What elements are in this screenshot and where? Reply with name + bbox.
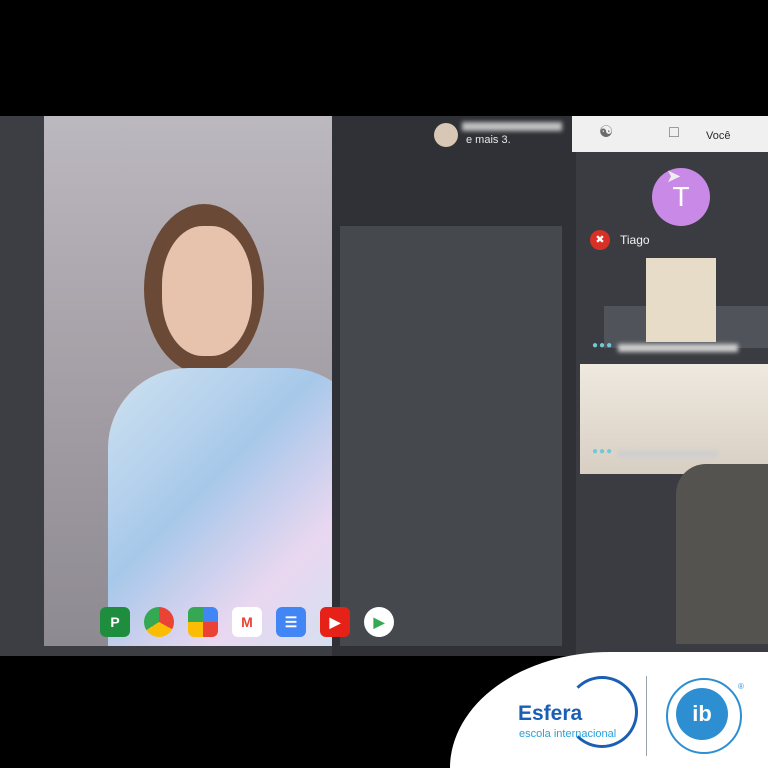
people-icon[interactable]: ☯ <box>596 124 616 142</box>
participant-name-blurred <box>618 450 718 458</box>
esfera-tagline: escola internacional <box>519 728 617 740</box>
presenter-name-blurred <box>462 122 562 131</box>
participant-face <box>162 226 252 356</box>
chat-icon[interactable]: □ <box>664 124 684 142</box>
youtube-icon[interactable]: ▶ <box>320 607 350 637</box>
meet-screen: e mais 3. ☯ □ Você T ➤ ✖ Tiago ●●● ●●● P… <box>0 116 768 656</box>
more-options-icon[interactable]: ●●● <box>592 340 613 351</box>
esfera-logo-text: Esfera <box>518 702 583 725</box>
hand-foreground <box>676 464 768 644</box>
registered-mark: ® <box>738 682 744 691</box>
more-options-icon[interactable]: ●●● <box>592 446 613 457</box>
docs-icon[interactable]: ☰ <box>276 607 306 637</box>
mouse-cursor-icon: ➤ <box>666 166 682 186</box>
play-store-icon[interactable]: ▶ <box>364 607 394 637</box>
app-dock: P M ☰ ▶ ▶ <box>100 604 440 640</box>
presenter-count: e mais 3. <box>466 134 511 146</box>
classroom-icon[interactable]: P <box>100 607 130 637</box>
shared-screen-content <box>340 226 562 646</box>
gmail-icon[interactable]: M <box>232 607 262 637</box>
meet-header-bar: ☯ □ <box>572 116 768 152</box>
logo-divider <box>646 676 647 756</box>
ib-logo: ib <box>676 688 728 740</box>
presenter-avatar <box>434 123 458 147</box>
you-label: Você <box>706 130 731 142</box>
mic-off-icon: ✖ <box>590 230 610 250</box>
participant-name-blurred <box>618 344 738 352</box>
chrome-icon[interactable] <box>144 607 174 637</box>
participant-name-tiago: Tiago <box>620 233 650 247</box>
photos-icon[interactable] <box>188 607 218 637</box>
main-video-tile[interactable] <box>44 116 332 646</box>
participant-video-thumbnail[interactable] <box>646 258 716 342</box>
